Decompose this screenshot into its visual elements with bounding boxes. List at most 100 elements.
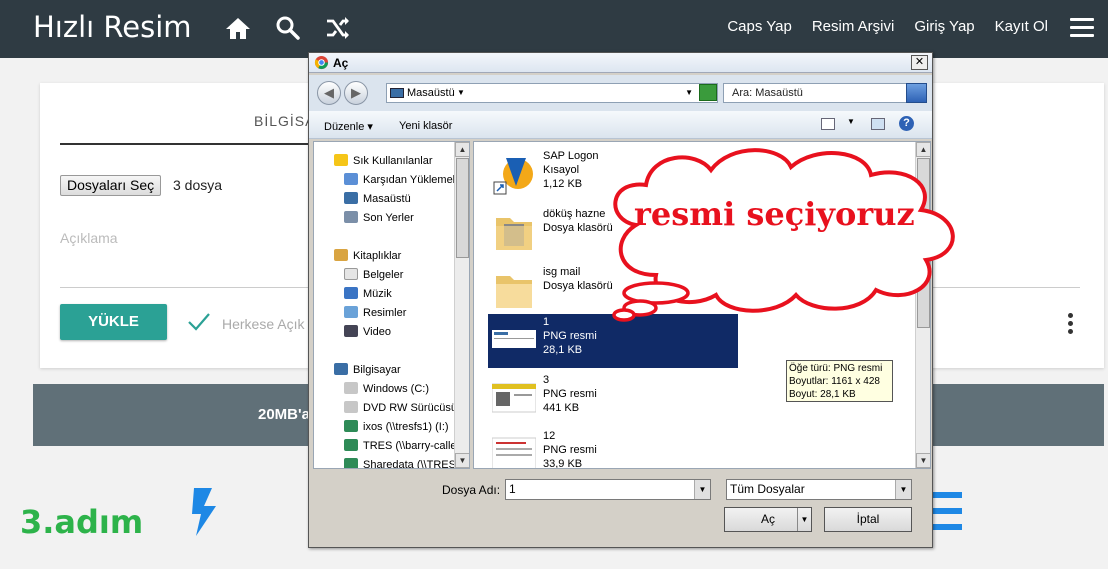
step-label: 3.adım (20, 503, 144, 541)
nav-downloads[interactable]: Karşıdan Yüklemeler (344, 173, 465, 186)
nav-favorites[interactable]: Sık Kullanılanlar (334, 154, 433, 167)
public-toggle-label[interactable]: Herkese Açık (222, 316, 304, 332)
new-folder-button[interactable]: Yeni klasör (399, 120, 452, 132)
nav-desktop[interactable]: Masaüstü (344, 192, 411, 205)
address-location: Masaüstü (407, 87, 455, 99)
nav-computer[interactable]: Bilgisayar (334, 363, 401, 376)
dialog-title: Aç (333, 56, 349, 70)
size-note: 20MB'a (258, 406, 310, 423)
tab-indicator (60, 143, 340, 145)
nav-drive-c[interactable]: Windows (C:) (344, 382, 429, 395)
scroll-thumb[interactable] (456, 158, 469, 258)
callout-text: resmi seçiyoruz (634, 195, 915, 233)
chrome-icon (314, 55, 329, 70)
home-icon[interactable] (223, 13, 253, 43)
nav-link-register[interactable]: Kayıt Ol (995, 18, 1048, 35)
computer-icon (334, 363, 348, 375)
choose-files-button[interactable]: Dosyaları Seç (60, 175, 162, 196)
desktop-icon (390, 88, 404, 98)
nav-drive-sharedata[interactable]: Sharedata (\\TRES (344, 458, 456, 468)
scroll-down-icon[interactable]: ▼ (916, 453, 930, 468)
check-icon[interactable] (186, 311, 212, 333)
navigation-pane: Sık Kullanılanlar Karşıdan Yüklemeler Ma… (313, 141, 470, 469)
nav-video[interactable]: Video (344, 325, 391, 338)
music-icon (344, 287, 358, 299)
documents-icon (344, 268, 358, 280)
nav-link-caps[interactable]: Caps Yap (727, 18, 792, 35)
nav-documents[interactable]: Belgeler (344, 268, 403, 281)
bolt-icon (192, 488, 216, 536)
pictures-icon (344, 306, 358, 318)
video-icon (344, 325, 358, 337)
nav-link-archive[interactable]: Resim Arşivi (812, 18, 895, 35)
open-button[interactable]: Aç ▼ (724, 507, 812, 532)
description-input[interactable]: Açıklama (60, 230, 118, 246)
file-tooltip: Öğe türü: PNG resmi Boyutlar: 1161 x 428… (786, 360, 893, 402)
nav-pictures[interactable]: Resimler (344, 306, 406, 319)
scroll-down-icon[interactable]: ▼ (455, 453, 469, 468)
open-dropdown-icon[interactable]: ▼ (797, 508, 811, 531)
downloads-icon (344, 173, 358, 185)
network-drive-icon (344, 458, 358, 468)
search-icon[interactable] (273, 13, 303, 43)
cancel-button[interactable]: İptal (824, 507, 912, 532)
drive-icon (344, 382, 358, 394)
scroll-up-icon[interactable]: ▲ (455, 142, 469, 157)
address-dropdown-icon[interactable]: ▼ (685, 84, 693, 102)
file-item[interactable]: 3 PNG resmi 441 KB (488, 372, 738, 426)
refresh-icon[interactable] (699, 84, 717, 101)
nav-drive-i[interactable]: ixos (\\tresfs1) (I:) (344, 420, 449, 433)
dvd-icon (344, 401, 358, 413)
brand-logo[interactable]: Hızlı Resim (33, 10, 192, 44)
chevron-down-icon[interactable]: ▼ (895, 480, 911, 499)
callout-cloud (612, 148, 955, 322)
help-icon[interactable]: ? (899, 116, 914, 131)
filename-label: Dosya Adı: (442, 483, 501, 497)
organize-button[interactable]: Düzenle ▾ (324, 120, 373, 133)
top-navbar: Hızlı Resim Caps Yap Resim Arşivi Giriş … (0, 0, 1108, 58)
close-icon[interactable]: ✕ (911, 55, 928, 70)
nav-libraries[interactable]: Kitaplıklar (334, 249, 401, 262)
nav-link-login[interactable]: Giriş Yap (914, 18, 974, 35)
folder-icon (496, 276, 532, 308)
libraries-icon (334, 249, 348, 261)
search-icon[interactable] (906, 83, 927, 103)
chevron-down-icon[interactable]: ▼ (694, 480, 710, 499)
sap-logon-icon (493, 158, 533, 195)
png-thumbnail-icon (492, 437, 536, 468)
desktop-icon (344, 192, 358, 204)
more-options-icon[interactable] (1068, 313, 1074, 337)
preview-pane-icon[interactable] (871, 118, 885, 130)
search-input[interactable]: Ara: Masaüstü (723, 83, 907, 103)
recent-places-icon (344, 211, 358, 223)
dialog-titlebar[interactable]: Aç ✕ (309, 53, 932, 73)
view-dropdown-icon[interactable]: ▼ (847, 117, 855, 126)
address-bar[interactable]: Masaüstü ▼ ▼ (386, 83, 718, 103)
menu-icon[interactable] (1070, 18, 1094, 38)
forward-button[interactable]: ▶ (344, 81, 368, 105)
tab-computer[interactable]: BİLGİSA (254, 113, 315, 129)
nav-recent[interactable]: Son Yerler (344, 211, 414, 224)
png-thumbnail-icon (492, 330, 536, 348)
upload-button[interactable]: YÜKLE (60, 304, 167, 340)
network-drive-icon (344, 439, 358, 451)
view-options-icon[interactable] (821, 118, 835, 130)
filetype-select[interactable]: Tüm Dosyalar ▼ (726, 479, 912, 500)
nav-music[interactable]: Müzik (344, 287, 392, 300)
network-drive-icon (344, 420, 358, 432)
shuffle-icon[interactable] (323, 13, 353, 43)
nav-scrollbar[interactable]: ▲ ▼ (454, 142, 469, 468)
nav-drive-tres[interactable]: TRES (\\barry-caller (344, 439, 460, 452)
nav-dvd[interactable]: DVD RW Sürücüsü (344, 401, 457, 414)
file-count: 3 dosya (173, 177, 223, 193)
folder-icon (496, 218, 532, 250)
back-button[interactable]: ◀ (317, 81, 341, 105)
png-thumbnail-icon (492, 383, 536, 413)
star-icon (334, 154, 348, 166)
list-icon (930, 492, 962, 530)
nav-links: Caps Yap Resim Arşivi Giriş Yap Kayıt Ol (727, 18, 1048, 35)
filename-input[interactable]: 1 ▼ (505, 479, 711, 500)
chevron-down-icon[interactable]: ▼ (457, 84, 465, 102)
dialog-toolbar: Düzenle ▾ Yeni klasör ▼ ? (309, 111, 932, 139)
file-item[interactable]: 12 PNG resmi 33,9 KB (488, 428, 738, 468)
